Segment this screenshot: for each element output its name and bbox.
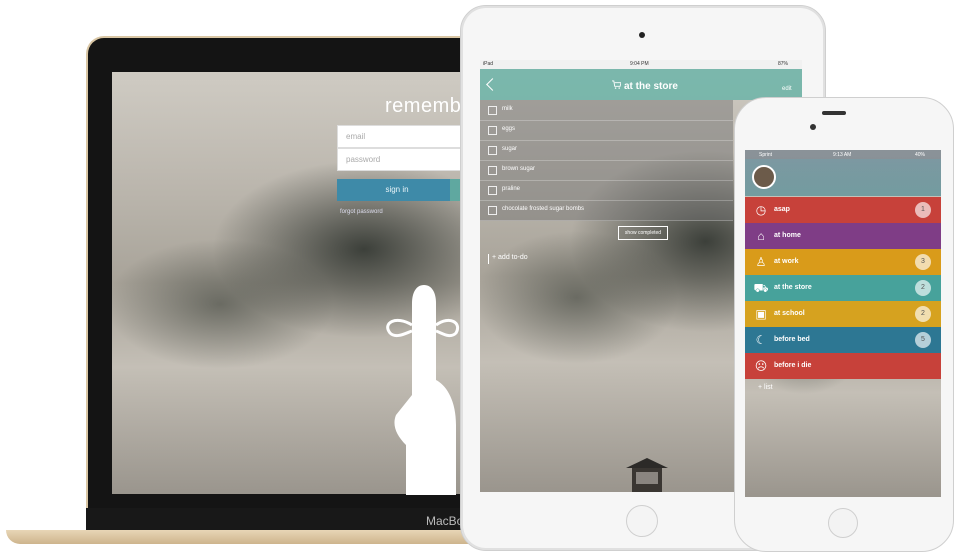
iphone-speaker <box>822 111 846 115</box>
checkbox[interactable] <box>488 166 497 175</box>
todo-label: milk <box>502 106 513 112</box>
todo-item[interactable]: praline <box>480 180 733 201</box>
forgot-password-link[interactable]: forgot password <box>340 209 383 215</box>
tied-finger-illustration <box>386 285 459 495</box>
add-list-button[interactable]: + list <box>758 384 773 391</box>
todo-label: brown sugar <box>502 166 536 172</box>
list-label: before bed <box>774 336 810 343</box>
checkbox[interactable] <box>488 206 497 215</box>
list-title: at the store <box>624 81 678 92</box>
count-badge: 5 <box>915 332 931 348</box>
list-row-before-i-die[interactable]: ☹ before i die <box>745 353 941 379</box>
iphone-status-bar: Sprint 9:13 AM 40% <box>745 150 941 159</box>
todo-label: praline <box>502 186 521 192</box>
macbook-brand-label: MacBo <box>426 514 464 528</box>
avatar[interactable] <box>752 165 776 189</box>
office-chair-icon: ♙ <box>755 255 767 269</box>
clock-label: 9:13 AM <box>833 152 852 158</box>
sign-in-button[interactable]: sign in <box>337 179 457 201</box>
school-bus-icon: ▣ <box>755 307 767 321</box>
email-field[interactable]: email <box>337 125 467 148</box>
checkbox[interactable] <box>488 106 497 115</box>
battery-label: 40% <box>915 152 926 158</box>
stopwatch-icon: ◷ <box>755 203 767 217</box>
checkbox[interactable] <box>488 126 497 135</box>
list-label: at work <box>774 258 799 265</box>
clock-label: 9:04 PM <box>630 61 649 67</box>
todo-item[interactable]: brown sugar <box>480 160 733 181</box>
checkbox[interactable] <box>488 146 497 155</box>
list-row-at-work[interactable]: ♙ at work 3 <box>745 249 941 275</box>
edit-button[interactable]: edit <box>782 86 792 92</box>
count-badge: 2 <box>915 280 931 296</box>
cart-icon <box>612 80 621 89</box>
count-badge: 3 <box>915 254 931 270</box>
todo-list: milk eggs sugar brown sugar praline choc… <box>480 100 733 221</box>
ipad-status-bar: iPad 9:04 PM 87% <box>480 60 802 69</box>
cart-icon: ⛟ <box>753 281 769 295</box>
carrier-label: iPad <box>483 61 494 67</box>
carrier-label: Sprint <box>759 152 773 158</box>
checkbox[interactable] <box>488 186 497 195</box>
list-label: at school <box>774 310 805 317</box>
house-icon: ⌂ <box>757 229 765 243</box>
list-row-at-the-store[interactable]: ⛟ at the store 2 <box>745 275 941 301</box>
list-label: at the store <box>774 284 812 291</box>
todo-label: eggs <box>502 126 516 132</box>
list-label: at home <box>774 232 801 239</box>
ipad-camera <box>639 32 645 38</box>
bed-icon: ☾ <box>755 333 767 347</box>
iphone-camera <box>810 124 816 130</box>
battery-label: 87% <box>778 61 789 67</box>
todo-label: sugar <box>502 146 518 152</box>
todo-item[interactable]: chocolate frosted sugar bombs <box>480 200 733 221</box>
todo-item[interactable]: eggs <box>480 120 733 141</box>
show-completed-button[interactable]: show completed <box>618 226 668 240</box>
count-badge: 2 <box>915 306 931 322</box>
pagoda-silhouette <box>626 458 668 492</box>
macbook-base <box>6 530 486 544</box>
list-label: asap <box>774 206 790 213</box>
add-todo-input[interactable]: + add to-do <box>488 254 528 264</box>
list-row-before-bed[interactable]: ☾ before bed 5 <box>745 327 941 353</box>
skull-icon: ☹ <box>754 359 768 373</box>
todo-label: chocolate frosted sugar bombs <box>502 206 585 212</box>
iphone-home-button[interactable] <box>828 508 858 538</box>
count-badge: 1 <box>915 202 931 218</box>
password-field[interactable]: password <box>337 148 467 171</box>
todo-item[interactable]: milk <box>480 100 733 121</box>
list-label: before i die <box>774 362 812 369</box>
list-row-asap[interactable]: ◷ asap 1 <box>745 197 941 223</box>
list-row-at-home[interactable]: ⌂ at home <box>745 223 941 249</box>
ipad-home-button[interactable] <box>626 505 658 537</box>
list-row-at-school[interactable]: ▣ at school 2 <box>745 301 941 327</box>
todo-item[interactable]: sugar <box>480 140 733 161</box>
